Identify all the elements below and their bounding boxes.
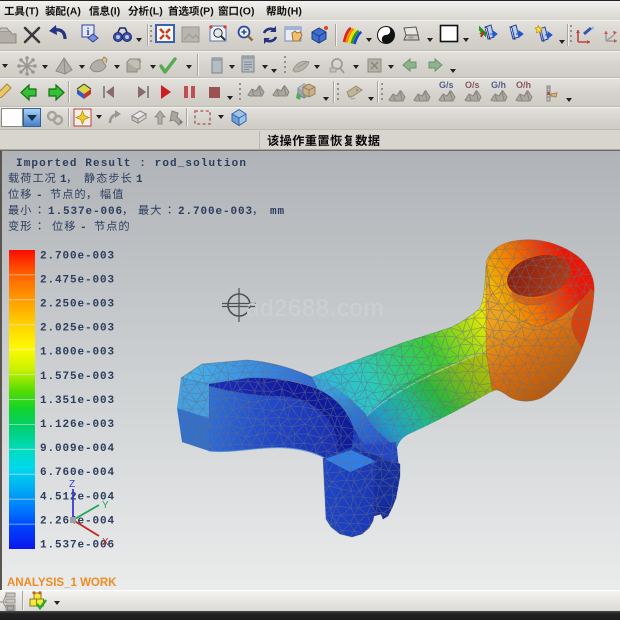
svg-text:1: 1	[136, 174, 144, 186]
svg-text:1: 1	[60, 174, 68, 186]
svg-text:2.475e-003: 2.475e-003	[40, 274, 115, 286]
svg-text:(I): (I)	[110, 6, 120, 18]
svg-text:i: i	[87, 27, 90, 38]
svg-text:1.351e-003: 1.351e-003	[40, 395, 115, 407]
svg-text:(A): (A)	[66, 6, 81, 18]
svg-text:-: -	[36, 190, 44, 202]
svg-text:Z: Z	[69, 479, 75, 490]
svg-text:1.537e-006: 1.537e-006	[48, 206, 123, 218]
svg-text:ANALYSIS_1 WORK: ANALYSIS_1 WORK	[7, 577, 117, 589]
svg-text:6.760e-004: 6.760e-004	[40, 467, 115, 479]
svg-text:9.009e-004: 9.009e-004	[40, 443, 115, 455]
svg-text:2.700e-003: 2.700e-003	[40, 250, 115, 262]
svg-text:(H): (H)	[287, 6, 302, 18]
svg-text:2.250e-003: 2.250e-003	[40, 299, 115, 311]
svg-text:mm: mm	[270, 206, 285, 218]
svg-text:2.025e-003: 2.025e-003	[40, 323, 115, 335]
svg-text:Y: Y	[102, 500, 109, 511]
svg-text:(L): (L)	[149, 6, 162, 18]
svg-text:ad2688.com: ad2688.com	[246, 295, 384, 322]
svg-text:(P): (P)	[200, 6, 214, 18]
svg-text:1.800e-003: 1.800e-003	[40, 347, 115, 359]
svg-text:-: -	[80, 222, 88, 234]
svg-text:2.700e-003: 2.700e-003	[178, 206, 253, 218]
svg-text:X: X	[102, 537, 109, 548]
svg-text:Imported Result : rod_solution: Imported Result : rod_solution	[16, 158, 247, 170]
svg-text:1.575e-003: 1.575e-003	[40, 371, 115, 383]
svg-text:(T): (T)	[25, 6, 38, 18]
svg-text:(O): (O)	[239, 6, 254, 18]
svg-text:1.126e-003: 1.126e-003	[40, 419, 115, 431]
